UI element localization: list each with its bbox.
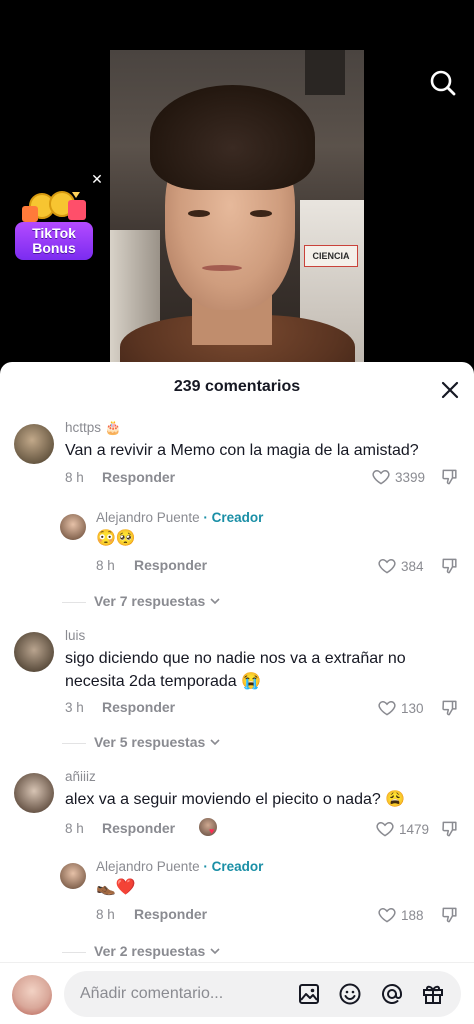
comment-reply-item: Alejandro Puente · Creador 😳🥺 8 h Respon… <box>0 510 474 580</box>
comment-username[interactable]: añiiiz <box>65 769 96 784</box>
comment-input-container[interactable] <box>64 971 461 1017</box>
comment-item: añiiiz alex va a seguir moviendo el piec… <box>0 769 474 849</box>
comment-time: 8 h <box>65 470 84 485</box>
dislike-icon[interactable] <box>440 819 460 839</box>
divider-line <box>62 602 86 603</box>
video-area[interactable]: CIENCIA FICCI ✕ TikTok Bonus <box>0 0 474 372</box>
view-replies-label: Ver 5 respuestas <box>94 734 206 750</box>
comment-input[interactable] <box>80 971 290 1017</box>
like-count: 384 <box>401 558 424 574</box>
view-replies-label: Ver 2 respuestas <box>94 943 206 959</box>
comment-composer-bar <box>0 962 474 1024</box>
wall-poster <box>305 50 345 95</box>
dislike-icon[interactable] <box>440 905 460 925</box>
divider-line <box>62 743 86 744</box>
comment-text-line1: sigo diciendo que no nadie nos va a extr… <box>65 650 406 667</box>
view-replies-button[interactable]: Ver 7 respuestas <box>94 593 222 609</box>
person-eye-right <box>250 210 272 217</box>
comments-sheet: 239 comentarios hcttps 🎂 Van a revivir a… <box>0 362 474 1024</box>
gift-icon[interactable] <box>421 982 445 1006</box>
shelf-sign: CIENCIA FICCI <box>304 245 358 267</box>
creator-liked-avatar: ♥ <box>199 818 217 836</box>
close-icon <box>441 381 459 399</box>
comment-reply-item: Alejandro Puente · Creador 👞❤️ 8 h Respo… <box>0 859 474 929</box>
chevron-down-icon <box>210 739 220 746</box>
reply-button[interactable]: Responder <box>102 820 175 836</box>
heart-icon <box>378 558 396 574</box>
comment-username[interactable]: Alejandro Puente · Creador <box>96 859 263 874</box>
comments-count-title: 239 comentarios <box>173 378 301 395</box>
my-avatar[interactable] <box>12 975 52 1015</box>
comment-text-line2: necesita 2da temporada 😭 <box>65 673 262 690</box>
creator-badge: · Creador <box>203 510 264 525</box>
like-count: 1479 <box>399 821 430 837</box>
dislike-icon[interactable] <box>440 467 460 487</box>
comment-username[interactable]: hcttps 🎂 <box>65 420 122 436</box>
reply-button[interactable]: Responder <box>102 469 175 485</box>
reply-button[interactable]: Responder <box>102 699 175 715</box>
like-button[interactable]: 130 <box>377 698 424 718</box>
comment-text: Van a revivir a Memo con la magia de la … <box>65 442 419 459</box>
reply-button[interactable]: Responder <box>134 906 207 922</box>
comment-time: 8 h <box>96 558 115 573</box>
like-count: 188 <box>401 907 424 923</box>
bonus-label: TikTok Bonus <box>15 222 93 260</box>
close-icon: ✕ <box>91 171 103 187</box>
like-button[interactable]: 384 <box>377 556 424 576</box>
heart-badge-icon: ♥ <box>209 826 215 836</box>
avatar[interactable] <box>14 424 54 464</box>
heart-icon <box>376 821 394 837</box>
like-count: 3399 <box>395 469 426 485</box>
bonus-label-line1: TikTok <box>32 225 76 241</box>
comment-text: 😳🥺 <box>96 530 136 547</box>
chevron-down-icon <box>210 598 220 605</box>
comment-text: alex va a seguir moviendo el piecito o n… <box>65 791 406 808</box>
view-replies-label: Ver 7 respuestas <box>94 593 206 609</box>
comment-username[interactable]: Alejandro Puente · Creador <box>96 510 263 525</box>
creator-username[interactable]: Alejandro Puente <box>96 859 200 874</box>
heart-icon <box>378 907 396 923</box>
comment-item: luis sigo diciendo que no nadie nos va a… <box>0 628 474 728</box>
like-count: 130 <box>401 700 424 716</box>
comment-time: 8 h <box>96 907 115 922</box>
avatar[interactable] <box>60 514 86 540</box>
reply-button[interactable]: Responder <box>134 557 207 573</box>
video-frame[interactable]: CIENCIA FICCI <box>110 50 364 372</box>
comment-time: 8 h <box>65 821 84 836</box>
avatar[interactable] <box>14 632 54 672</box>
comment-time: 3 h <box>65 700 84 715</box>
dislike-icon[interactable] <box>440 556 460 576</box>
view-replies-button[interactable]: Ver 2 respuestas <box>94 943 222 959</box>
heart-icon <box>372 469 390 485</box>
search-icon <box>430 70 456 96</box>
comment-item: hcttps 🎂 Van a revivir a Memo con la mag… <box>0 420 474 510</box>
person-hair <box>150 85 315 190</box>
avatar[interactable] <box>14 773 54 813</box>
like-button[interactable]: 1479 <box>375 819 429 839</box>
person-eye-left <box>188 210 210 217</box>
bonus-label-line2: Bonus <box>32 240 76 256</box>
creator-badge: · Creador <box>203 859 264 874</box>
coins-icon <box>22 191 86 222</box>
close-comments-button[interactable] <box>438 378 462 402</box>
divider-line <box>62 952 86 953</box>
chevron-down-icon <box>210 948 220 955</box>
person-mouth <box>202 265 242 271</box>
creator-username[interactable]: Alejandro Puente <box>96 510 200 525</box>
view-replies-button[interactable]: Ver 5 respuestas <box>94 734 222 750</box>
comment-username[interactable]: luis <box>65 628 85 643</box>
like-button[interactable]: 188 <box>377 905 424 925</box>
like-button[interactable]: 3399 <box>371 467 425 487</box>
heart-icon <box>378 700 396 716</box>
mention-icon[interactable] <box>380 982 404 1006</box>
emoji-icon[interactable] <box>338 982 362 1006</box>
bonus-close-button[interactable]: ✕ <box>90 172 104 186</box>
comment-text: 👞❤️ <box>96 879 136 896</box>
tiktok-bonus-widget[interactable]: TikTok Bonus <box>12 190 98 266</box>
dislike-icon[interactable] <box>440 698 460 718</box>
image-icon[interactable] <box>297 982 321 1006</box>
search-button[interactable] <box>428 68 458 98</box>
avatar[interactable] <box>60 863 86 889</box>
